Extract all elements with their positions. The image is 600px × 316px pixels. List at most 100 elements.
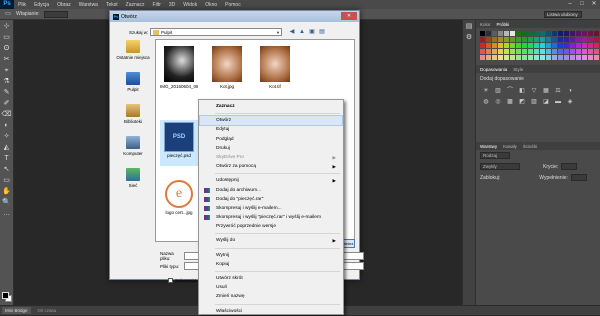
invert-icon[interactable]: ◩: [518, 98, 526, 106]
brightness-icon[interactable]: ☀: [482, 87, 490, 95]
color-swatch[interactable]: [552, 43, 557, 48]
color-swatch[interactable]: [522, 55, 527, 60]
color-swatch[interactable]: [588, 49, 593, 54]
file-item[interactable]: IMG_20150604_08...: [160, 46, 198, 89]
color-swatch[interactable]: [540, 43, 545, 48]
color-swatch[interactable]: [558, 31, 563, 36]
color-swatch[interactable]: [546, 43, 551, 48]
workspace-select[interactable]: Listwa ulubiony: [544, 11, 582, 18]
color-swatch[interactable]: [498, 49, 503, 54]
color-swatch[interactable]: [570, 31, 575, 36]
color-swatch[interactable]: [558, 55, 563, 60]
new-folder-icon[interactable]: ▣: [308, 28, 316, 36]
color-balance-icon[interactable]: ⚖: [554, 87, 562, 95]
opacity-input[interactable]: [561, 163, 578, 170]
menu-3[interactable]: Warstwa: [75, 2, 102, 8]
tab-color[interactable]: Kolor: [480, 22, 491, 27]
color-swatch[interactable]: [510, 37, 515, 42]
file-item[interactable]: Kot.jpg: [208, 46, 246, 89]
marquee-tool-icon[interactable]: ▭: [2, 33, 12, 42]
color-swatch[interactable]: [558, 49, 563, 54]
gradient-tool-icon[interactable]: ◐: [2, 121, 12, 130]
file-item[interactable]: e logo cert...jpg: [160, 180, 198, 215]
color-swatch[interactable]: [504, 55, 509, 60]
color-swatch[interactable]: [504, 37, 509, 42]
place-computer[interactable]: Komputer: [114, 136, 152, 156]
menu-5[interactable]: Zaznacz: [122, 2, 149, 8]
foreground-color-swatch[interactable]: [2, 292, 9, 299]
color-swatch[interactable]: [498, 55, 503, 60]
color-swatch[interactable]: [492, 37, 497, 42]
exposure-icon[interactable]: ◧: [518, 87, 526, 95]
color-swatch[interactable]: [516, 43, 521, 48]
healing-tool-icon[interactable]: ⚗: [2, 77, 12, 86]
color-swatch[interactable]: [516, 49, 521, 54]
vibrance-icon[interactable]: ▽: [530, 87, 538, 95]
marquee-tool-icon[interactable]: ▭: [4, 10, 12, 18]
maximize-icon[interactable]: □: [576, 0, 588, 9]
color-swatch[interactable]: [534, 49, 539, 54]
color-swatch[interactable]: [528, 37, 533, 42]
context-menu-item[interactable]: Skompresuj i wyślij "pieczęć.rar" i wyśl…: [200, 213, 342, 222]
file-item-selected[interactable]: PSD pieczęć.psd: [160, 120, 198, 166]
path-select-tool-icon[interactable]: ↖: [2, 165, 12, 174]
color-swatch[interactable]: [588, 31, 593, 36]
tab-paths[interactable]: Ścieżki: [523, 144, 537, 149]
context-menu-item[interactable]: Podgląd: [200, 135, 342, 144]
menu-9[interactable]: Okno: [201, 2, 221, 8]
color-swatch[interactable]: [558, 37, 563, 42]
color-swatch[interactable]: [510, 55, 515, 60]
minimize-icon[interactable]: –: [564, 0, 576, 9]
place-libraries[interactable]: Biblioteki: [114, 104, 152, 124]
color-swatch[interactable]: [522, 43, 527, 48]
color-swatch[interactable]: [510, 49, 515, 54]
context-menu-item[interactable]: Wytnij: [200, 251, 342, 260]
color-swatch[interactable]: [594, 31, 599, 36]
context-menu-item[interactable]: Wyślij do ▶: [200, 236, 342, 245]
color-swatch[interactable]: [486, 49, 491, 54]
color-swatch[interactable]: [564, 49, 569, 54]
tab-adjustments[interactable]: Dopasowania: [480, 67, 507, 72]
selective-color-icon[interactable]: ◈: [566, 98, 574, 106]
context-menu-item[interactable]: Udostępnij ▶: [200, 176, 342, 185]
color-swatch[interactable]: [576, 49, 581, 54]
clone-tool-icon[interactable]: ✐: [2, 99, 12, 108]
context-menu-item[interactable]: Zmień nazwę: [200, 292, 342, 301]
color-swatch[interactable]: [558, 43, 563, 48]
color-swatch[interactable]: [594, 43, 599, 48]
black-white-icon[interactable]: ◑: [566, 87, 574, 95]
color-swatch[interactable]: [480, 37, 485, 42]
color-swatch[interactable]: [570, 43, 575, 48]
color-swatch[interactable]: [480, 55, 485, 60]
context-menu-item[interactable]: Drukuj: [200, 144, 342, 153]
fill-input[interactable]: [570, 174, 587, 181]
color-swatch[interactable]: [570, 49, 575, 54]
levels-icon[interactable]: ▥: [494, 87, 502, 95]
color-swatch[interactable]: [582, 37, 587, 42]
close-icon[interactable]: ✕: [588, 0, 600, 9]
menu-2[interactable]: Obraz: [53, 2, 75, 8]
color-swatch[interactable]: [510, 43, 515, 48]
zoom-tool-icon[interactable]: 🔍: [2, 198, 12, 207]
color-swatch[interactable]: [522, 31, 527, 36]
color-swatch[interactable]: [534, 43, 539, 48]
sequence-checkbox[interactable]: [168, 278, 173, 283]
color-swatch[interactable]: [540, 55, 545, 60]
context-menu-item[interactable]: Właściwości: [200, 307, 342, 316]
lookup-icon[interactable]: ▩: [506, 98, 514, 106]
color-swatch[interactable]: [486, 43, 491, 48]
place-desktop[interactable]: Pulpit: [114, 72, 152, 92]
color-swatch[interactable]: [486, 55, 491, 60]
channel-mixer-icon[interactable]: ◎: [494, 98, 502, 106]
color-swatch[interactable]: [486, 37, 491, 42]
hand-tool-icon[interactable]: ✋: [2, 187, 12, 196]
color-swatch[interactable]: [564, 31, 569, 36]
color-swatch[interactable]: [528, 55, 533, 60]
color-swatch[interactable]: [510, 31, 515, 36]
properties-icon[interactable]: ⚙: [464, 33, 474, 42]
blur-tool-icon[interactable]: ✧: [2, 132, 12, 141]
look-in-combo[interactable]: Pulpit ▼: [150, 28, 282, 36]
color-swatch[interactable]: [480, 49, 485, 54]
color-swatch[interactable]: [522, 37, 527, 42]
place-network[interactable]: Sieć: [114, 168, 152, 188]
